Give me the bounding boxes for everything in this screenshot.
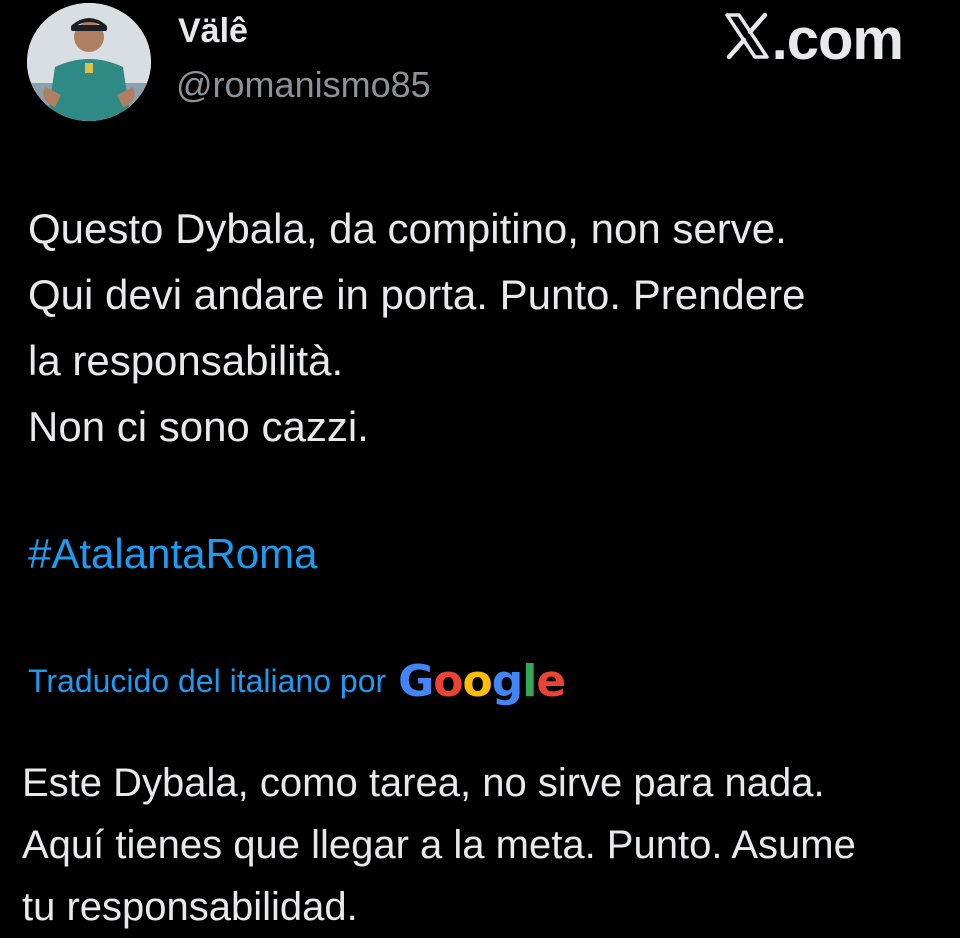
tweet-text: Questo Dybala, da compitino, non serve. … bbox=[28, 196, 948, 460]
google-logo-letter: l bbox=[522, 656, 537, 707]
hashtag-link[interactable]: #AtalantaRoma bbox=[28, 521, 318, 587]
tweet-line: Non ci sono cazzi. bbox=[28, 403, 369, 450]
x-logo-icon bbox=[724, 13, 769, 59]
brand-suffix: .com bbox=[771, 7, 904, 72]
tweet-line: Qui devi andare in porta. Punto. Prender… bbox=[28, 271, 806, 318]
google-logo-letter: e bbox=[536, 656, 566, 707]
google-logo: Google bbox=[398, 656, 566, 707]
translation-label: Traducido del italiano por bbox=[28, 663, 387, 699]
translation-line: Aquí tienes que llegar a la meta. Punto.… bbox=[22, 823, 856, 867]
avatar[interactable] bbox=[27, 3, 151, 121]
tweet-line: la responsabilità. bbox=[28, 337, 344, 384]
translation-line: tu responsabilidad. bbox=[22, 885, 358, 929]
google-logo-letter: o bbox=[462, 656, 493, 707]
display-name[interactable]: Välê bbox=[178, 12, 248, 51]
x-com-brand: .com bbox=[724, 6, 904, 73]
avatar-photo bbox=[27, 3, 151, 121]
translation-attribution[interactable]: Traducido del italiano por Google bbox=[28, 656, 566, 707]
tweet-line: Questo Dybala, da compitino, non serve. bbox=[28, 205, 787, 252]
google-logo-letter: G bbox=[398, 656, 434, 707]
translated-text: Este Dybala, como tarea, no sirve para n… bbox=[22, 752, 952, 938]
google-logo-letter: o bbox=[433, 656, 463, 707]
translation-line: Este Dybala, como tarea, no sirve para n… bbox=[22, 761, 825, 805]
google-logo-letter: g bbox=[491, 656, 523, 707]
user-handle[interactable]: @romanismo85 bbox=[176, 64, 431, 106]
